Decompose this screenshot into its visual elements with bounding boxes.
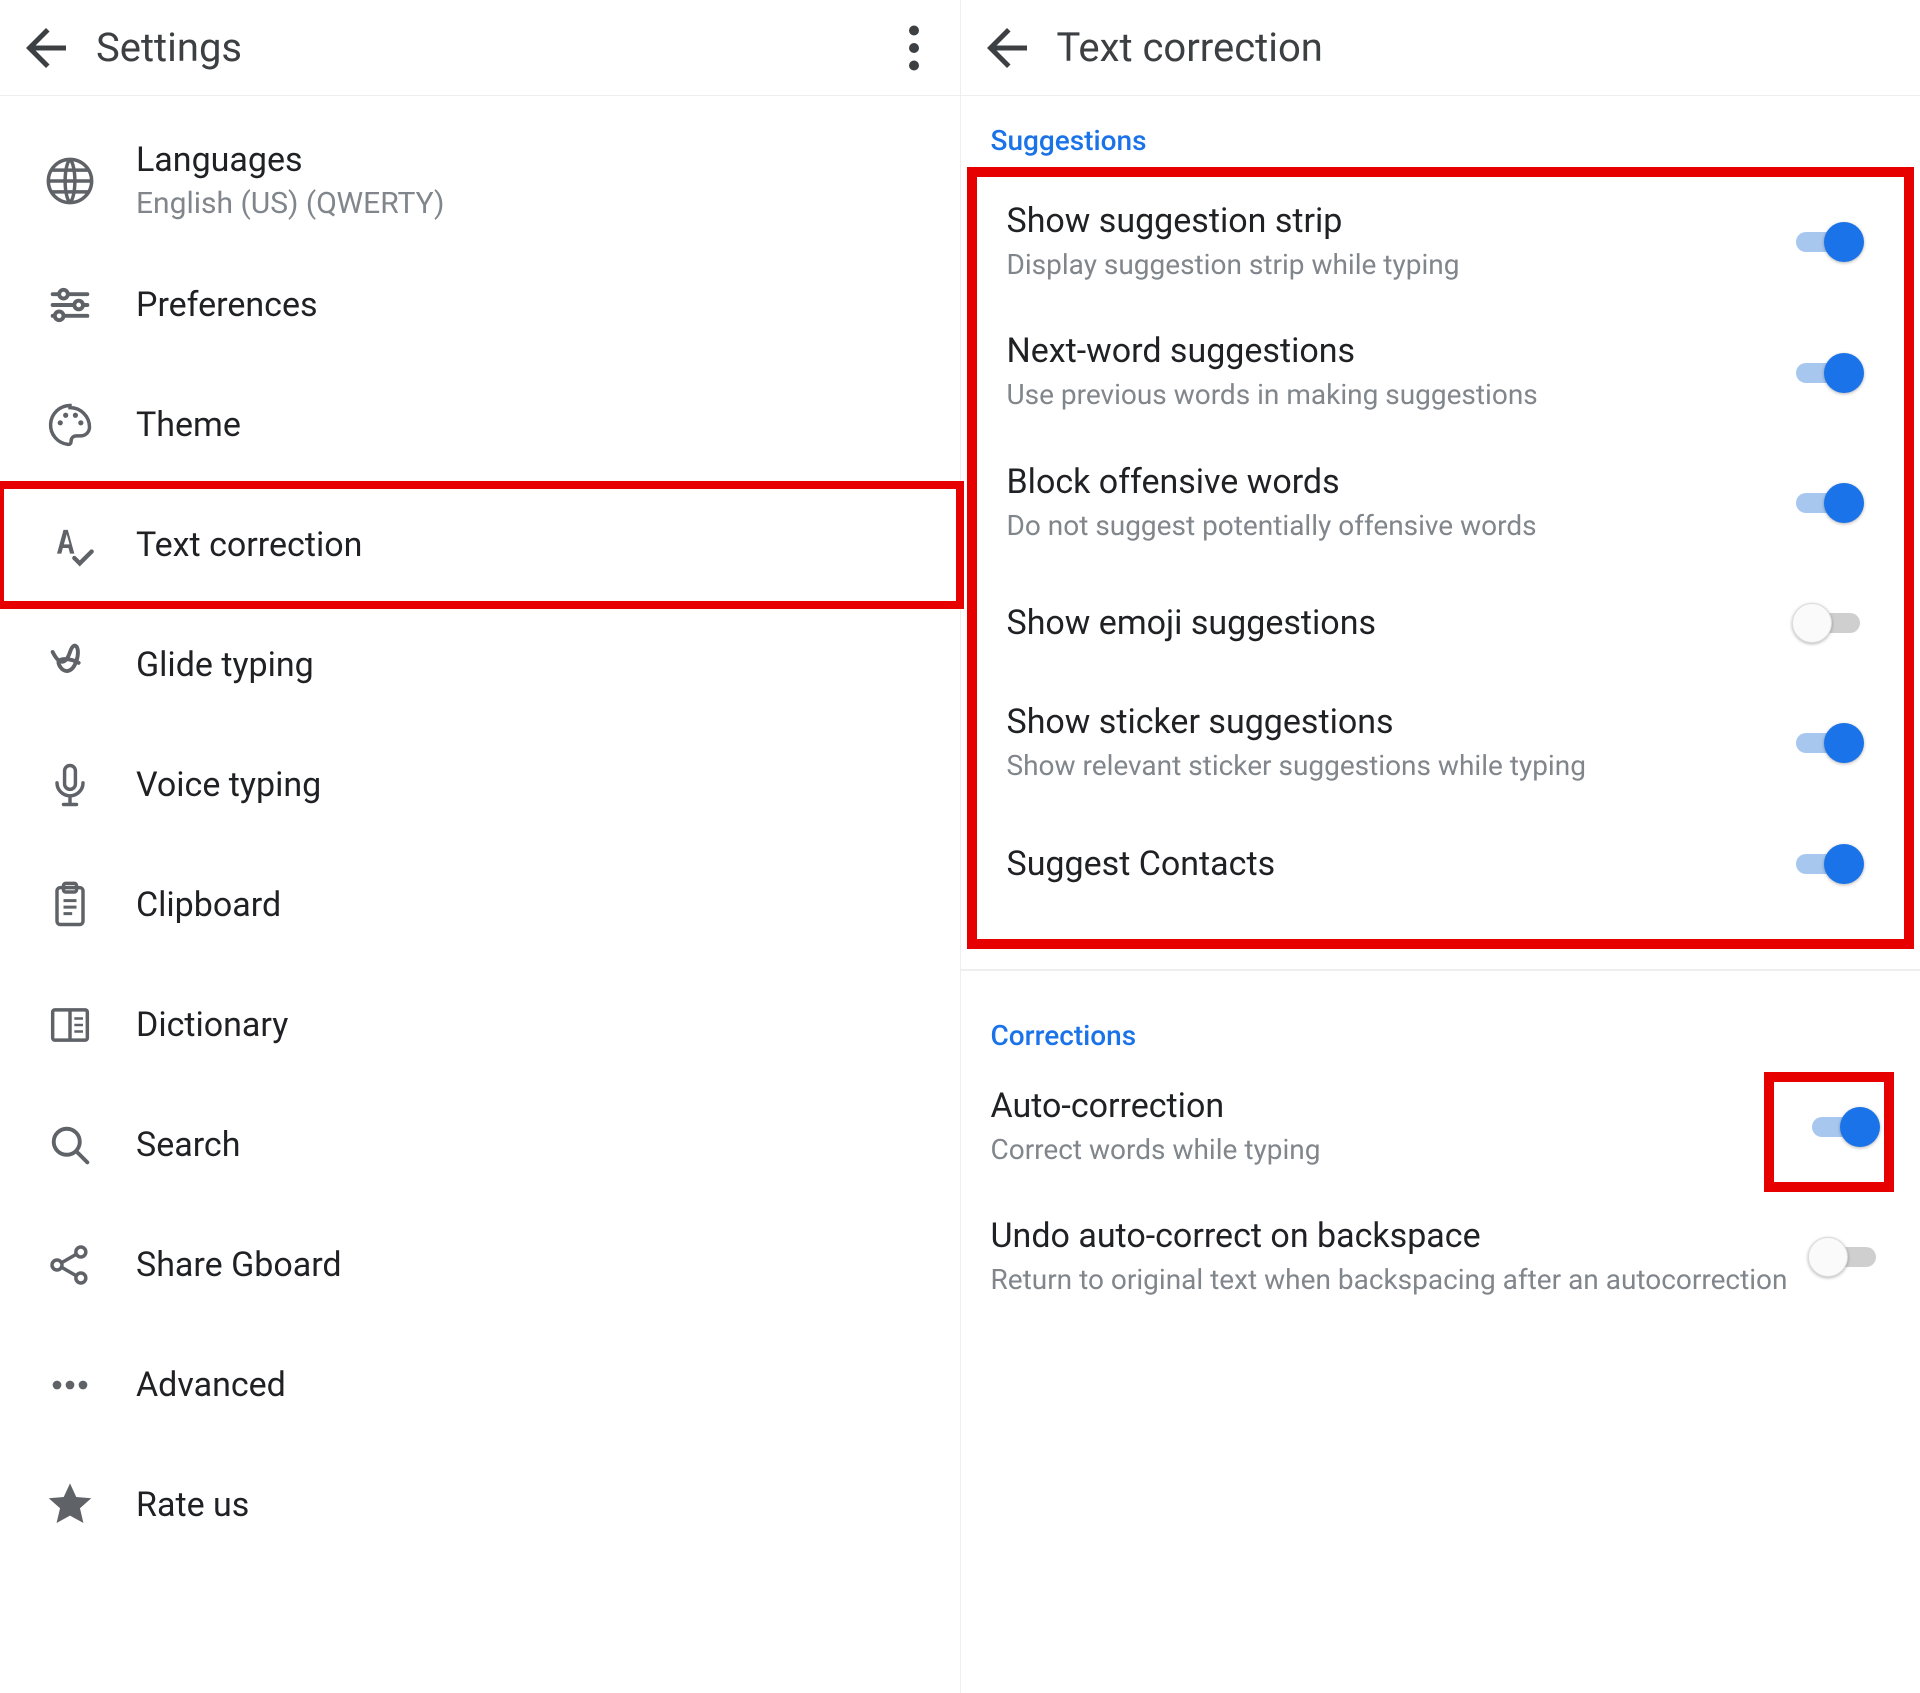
- label: Preferences: [136, 285, 318, 325]
- mic-icon: [44, 759, 96, 811]
- label: Languages: [136, 140, 444, 180]
- label: Share Gboard: [136, 1245, 342, 1285]
- more-vert-icon: [884, 18, 944, 78]
- label: Auto-correction: [991, 1086, 1789, 1126]
- text-correction-panel: Text correction Suggestions Show suggest…: [961, 0, 1920, 1693]
- settings-item-search[interactable]: Search: [0, 1085, 960, 1205]
- back-button[interactable]: [977, 18, 1037, 78]
- toggle-auto-correction[interactable]: [1808, 1107, 1880, 1147]
- toggle-suggest-contacts[interactable]: [1792, 844, 1864, 884]
- settings-item-share-gboard[interactable]: Share Gboard: [0, 1205, 960, 1325]
- label: Show emoji suggestions: [1007, 603, 1773, 643]
- section-corrections: Corrections: [961, 991, 1920, 1062]
- row-show-emoji-suggestions[interactable]: Show emoji suggestions: [977, 568, 1905, 678]
- sublabel: Do not suggest potentially offensive wor…: [1007, 508, 1773, 544]
- label: Theme: [136, 405, 241, 445]
- label: Block offensive words: [1007, 462, 1773, 502]
- settings-item-preferences[interactable]: Preferences: [0, 245, 960, 365]
- row-show-sticker-suggestions[interactable]: Show sticker suggestions Show relevant s…: [977, 678, 1905, 808]
- share-icon: [44, 1239, 96, 1291]
- toggle-show-emoji-suggestions[interactable]: [1792, 603, 1864, 643]
- arrow-back-icon: [16, 18, 76, 78]
- sublabel: English (US) (QWERTY): [136, 186, 444, 221]
- label: Dictionary: [136, 1005, 288, 1045]
- label: Rate us: [136, 1485, 249, 1525]
- sliders-icon: [44, 279, 96, 331]
- book-icon: [44, 999, 96, 1051]
- row-auto-correction[interactable]: Auto-correction Correct words while typi…: [961, 1062, 1920, 1192]
- label: Clipboard: [136, 885, 281, 925]
- settings-panel: Settings Languages English (US) (QWERTY)…: [0, 0, 961, 1693]
- overflow-menu-button[interactable]: [884, 18, 944, 78]
- row-next-word-suggestions[interactable]: Next-word suggestions Use previous words…: [977, 307, 1905, 437]
- gesture-icon: [44, 639, 96, 691]
- textcorr-appbar: Text correction: [961, 0, 1920, 96]
- back-button[interactable]: [16, 18, 76, 78]
- settings-appbar: Settings: [0, 0, 960, 96]
- sublabel: Correct words while typing: [991, 1132, 1789, 1168]
- suggestions-group: Show suggestion strip Display suggestion…: [967, 167, 1915, 949]
- label: Advanced: [136, 1365, 286, 1405]
- settings-item-clipboard[interactable]: Clipboard: [0, 845, 960, 965]
- settings-item-dictionary[interactable]: Dictionary: [0, 965, 960, 1085]
- arrow-back-icon: [977, 18, 1037, 78]
- sublabel: Return to original text when backspacing…: [991, 1262, 1789, 1298]
- settings-item-glide-typing[interactable]: Glide typing: [0, 605, 960, 725]
- label: Show suggestion strip: [1007, 201, 1773, 241]
- palette-icon: [44, 399, 96, 451]
- settings-item-voice-typing[interactable]: Voice typing: [0, 725, 960, 845]
- sublabel: Use previous words in making suggestions: [1007, 377, 1773, 413]
- divider: [961, 969, 1920, 971]
- search-icon: [44, 1119, 96, 1171]
- settings-item-text-correction[interactable]: Text correction: [0, 485, 960, 605]
- spellcheck-icon: [44, 519, 96, 571]
- settings-item-languages[interactable]: Languages English (US) (QWERTY): [0, 116, 960, 245]
- settings-list: Languages English (US) (QWERTY) Preferen…: [0, 96, 960, 1565]
- more-horiz-icon: [44, 1359, 96, 1411]
- label: Search: [136, 1125, 240, 1165]
- settings-item-theme[interactable]: Theme: [0, 365, 960, 485]
- settings-item-advanced[interactable]: Advanced: [0, 1325, 960, 1445]
- label: Voice typing: [136, 765, 321, 805]
- sublabel: Display suggestion strip while typing: [1007, 247, 1773, 283]
- toggle-next-word-suggestions[interactable]: [1792, 353, 1864, 393]
- settings-title: Settings: [96, 24, 242, 71]
- row-block-offensive-words[interactable]: Block offensive words Do not suggest pot…: [977, 438, 1905, 568]
- globe-icon: [44, 155, 96, 207]
- label: Show sticker suggestions: [1007, 702, 1773, 742]
- clipboard-icon: [44, 879, 96, 931]
- section-suggestions: Suggestions: [961, 96, 1920, 167]
- toggle-undo-autocorrect[interactable]: [1808, 1237, 1880, 1277]
- row-undo-autocorrect[interactable]: Undo auto-correct on backspace Return to…: [961, 1192, 1920, 1322]
- settings-item-rate-us[interactable]: Rate us: [0, 1445, 960, 1565]
- label: Undo auto-correct on backspace: [991, 1216, 1789, 1256]
- textcorr-title: Text correction: [1057, 24, 1323, 71]
- sublabel: Show relevant sticker suggestions while …: [1007, 748, 1773, 784]
- label: Next-word suggestions: [1007, 331, 1773, 371]
- label: Glide typing: [136, 645, 314, 685]
- label: Text correction: [136, 525, 362, 565]
- label: Suggest Contacts: [1007, 844, 1773, 884]
- row-show-suggestion-strip[interactable]: Show suggestion strip Display suggestion…: [977, 177, 1905, 307]
- toggle-block-offensive-words[interactable]: [1792, 483, 1864, 523]
- star-icon: [44, 1479, 96, 1531]
- row-suggest-contacts[interactable]: Suggest Contacts: [977, 809, 1905, 919]
- toggle-show-sticker-suggestions[interactable]: [1792, 723, 1864, 763]
- toggle-show-suggestion-strip[interactable]: [1792, 222, 1864, 262]
